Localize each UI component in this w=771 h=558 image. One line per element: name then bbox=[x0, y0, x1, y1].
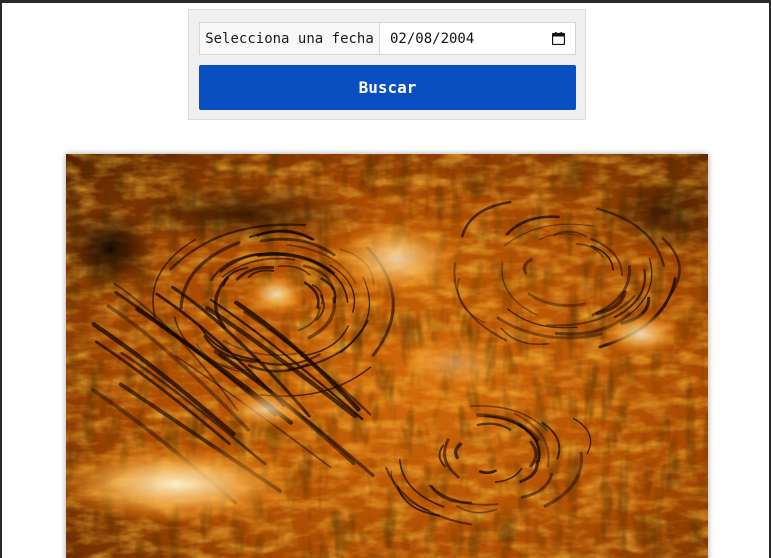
dark-band-top bbox=[126, 184, 366, 244]
date-input-value: 02/08/2004 bbox=[390, 30, 475, 47]
date-input[interactable]: 02/08/2004 bbox=[380, 23, 575, 54]
bright-plage-mid bbox=[226, 389, 306, 429]
date-field-group: Selecciona una fecha 02/08/2004 bbox=[199, 22, 576, 55]
solar-image bbox=[66, 154, 708, 558]
bright-plage-faint bbox=[396, 334, 516, 394]
solar-image-graphic bbox=[66, 154, 708, 558]
date-search-panel: Selecciona una fecha 02/08/2004 Buscar bbox=[188, 9, 586, 120]
bright-plage-center bbox=[326, 219, 466, 299]
bright-plage-right bbox=[601, 312, 681, 356]
search-button[interactable]: Buscar bbox=[199, 65, 576, 110]
calendar-icon[interactable] bbox=[551, 32, 565, 46]
date-field-label: Selecciona una fecha bbox=[200, 23, 380, 54]
browser-viewport: Selecciona una fecha 02/08/2004 Buscar bbox=[0, 0, 771, 558]
bright-plage-left bbox=[246, 274, 306, 314]
